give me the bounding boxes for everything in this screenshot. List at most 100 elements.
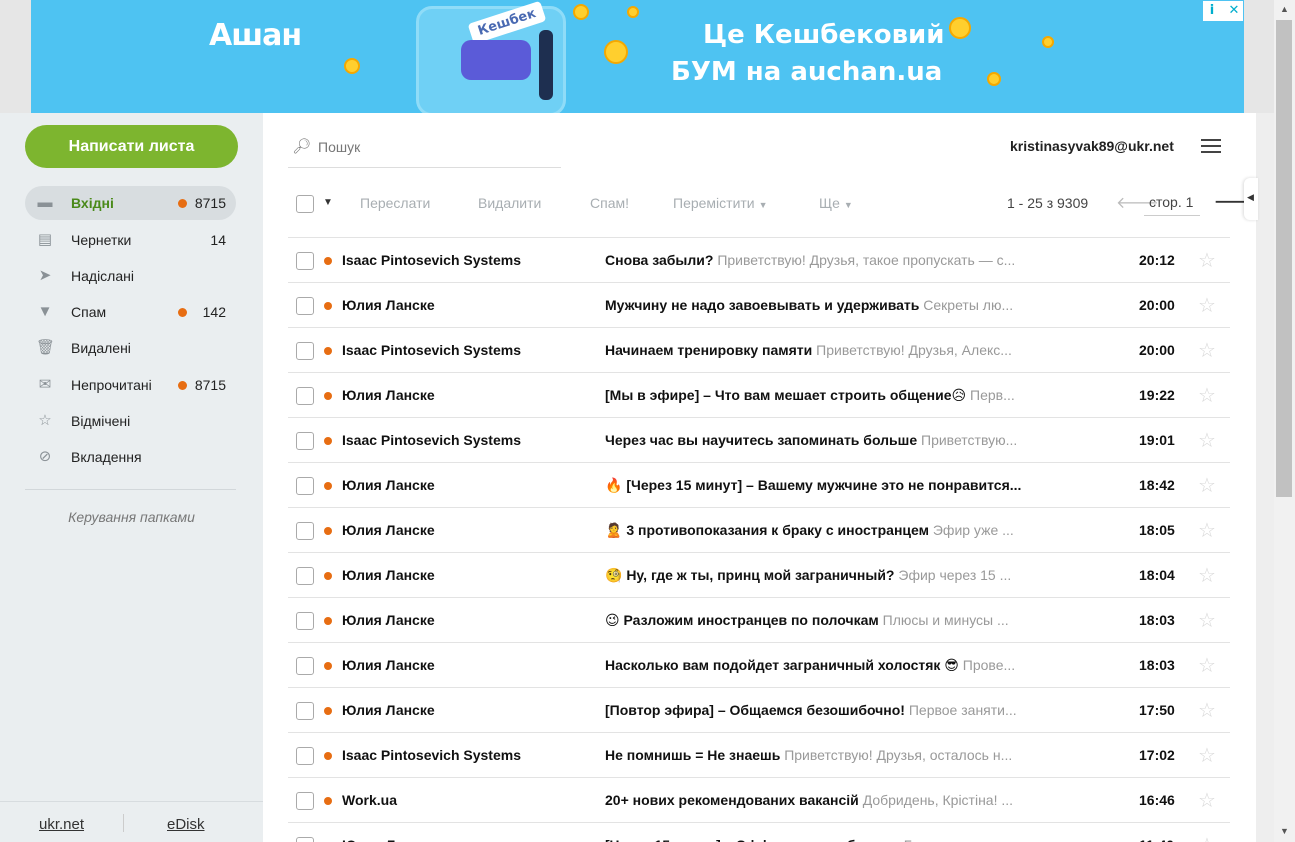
star-icon[interactable]: ☆ [1198, 743, 1216, 768]
message-row[interactable]: Юлия Ланске [Повтор эфира] – Общаемся без… [288, 688, 1230, 733]
message-subject-line: [Мы в эфире] – Что вам мешает строить об… [605, 387, 1070, 404]
edisk-link[interactable]: eDisk [167, 816, 205, 833]
star-icon[interactable]: ☆ [1198, 428, 1216, 453]
message-row[interactable]: Юлия Ланске [Мы в эфире] – Что вам мешает… [288, 373, 1230, 418]
message-checkbox[interactable] [296, 702, 314, 720]
message-checkbox[interactable] [296, 432, 314, 450]
page-number-field[interactable]: стор. 1 [1144, 188, 1200, 216]
user-email[interactable]: kristinasyvak89@ukr.net [1010, 138, 1174, 154]
sidebar: Написати листа ▬ Вхідні 8715 ▤ Чернетки … [0, 113, 263, 842]
message-sender: Юлия Ланске [342, 837, 435, 842]
star-icon[interactable]: ☆ [1198, 518, 1216, 543]
unread-dot [324, 347, 332, 355]
message-checkbox[interactable] [296, 792, 314, 810]
message-checkbox[interactable] [296, 747, 314, 765]
ad-person-illustration [539, 30, 553, 100]
message-row[interactable]: Work.ua 20+ нових рекомендованих вакансій… [288, 778, 1230, 823]
message-checkbox[interactable] [296, 522, 314, 540]
select-dropdown-icon[interactable]: ▼ [323, 197, 333, 208]
ad-slogan-line1: Це Кешбековий [703, 20, 945, 50]
message-time: 16:46 [1139, 792, 1175, 808]
more-button[interactable]: Ще ▼ [819, 195, 853, 211]
message-subject: Начинаем тренировку памяти [605, 342, 813, 358]
message-checkbox[interactable] [296, 387, 314, 405]
star-icon[interactable]: ☆ [1198, 563, 1216, 588]
hamburger-menu-icon[interactable] [1201, 139, 1221, 155]
message-checkbox[interactable] [296, 837, 314, 842]
move-button[interactable]: Перемістити ▼ [673, 195, 768, 211]
folder-count: 8715 [194, 377, 226, 393]
message-checkbox[interactable] [296, 567, 314, 585]
unread-dot [178, 199, 187, 208]
forward-button[interactable]: Переслати [360, 195, 430, 211]
collapse-panel-button[interactable]: ◀ [1244, 178, 1258, 220]
scroll-down-icon[interactable]: ▼ [1280, 826, 1289, 836]
scroll-up-icon[interactable]: ▲ [1280, 4, 1289, 14]
star-icon[interactable]: ☆ [1198, 383, 1216, 408]
message-row[interactable]: Юлия Ланске 😉 Разложим иностранцев по пол… [288, 598, 1230, 643]
star-icon[interactable]: ☆ [1198, 698, 1216, 723]
search-icon: 🔎︎ [292, 138, 312, 155]
message-row[interactable]: Isaac Pintosevich Systems Не помнишь = Не… [288, 733, 1230, 778]
delete-button[interactable]: Видалити [478, 195, 541, 211]
star-icon[interactable]: ☆ [1198, 338, 1216, 363]
message-subject-line: 🔥 [Через 15 минут] – Вашему мужчине это … [605, 477, 1070, 494]
sidebar-item-inbox[interactable]: ▬ Вхідні 8715 [25, 186, 236, 220]
message-sender: Work.ua [342, 792, 397, 808]
message-checkbox[interactable] [296, 477, 314, 495]
sidebar-item-starred[interactable]: ☆ Відмічені [25, 404, 236, 438]
select-all-checkbox[interactable] [296, 195, 314, 213]
sidebar-item-attachments[interactable]: ⊘ Вкладення [25, 440, 236, 474]
message-row[interactable]: Юлия Ланске Мужчину не надо завоевывать и… [288, 283, 1230, 328]
message-time: 17:02 [1139, 747, 1175, 763]
star-icon[interactable]: ☆ [1198, 293, 1216, 318]
message-subject: [Через 15 минут] – Эффективное общение [605, 837, 900, 842]
message-row[interactable]: Isaac Pintosevich Systems Снова забыли? П… [288, 238, 1230, 283]
compose-button[interactable]: Написати листа [25, 125, 238, 168]
message-checkbox[interactable] [296, 657, 314, 675]
unread-dot [324, 302, 332, 310]
sidebar-item-unread[interactable]: ✉ Непрочитані 8715 [25, 368, 236, 402]
unread-dot [324, 662, 332, 670]
message-row[interactable]: Isaac Pintosevich Systems Начинаем тренир… [288, 328, 1230, 373]
message-checkbox[interactable] [296, 252, 314, 270]
scrollbar[interactable]: ▲ ▼ [1274, 0, 1295, 842]
message-row[interactable]: Юлия Ланске 🔥 [Через 15 минут] – Вашему м… [288, 463, 1230, 508]
search-input[interactable] [318, 136, 548, 158]
star-icon[interactable]: ☆ [1198, 608, 1216, 633]
star-icon[interactable]: ☆ [1198, 833, 1216, 842]
message-subject: 🔥 [Через 15 минут] – Вашему мужчине это … [605, 477, 1022, 493]
ad-close-icon[interactable]: ✕ [1225, 2, 1243, 20]
sidebar-item-spam[interactable]: ▼ Спам 142 [25, 295, 236, 329]
message-time: 18:42 [1139, 477, 1175, 493]
message-row[interactable]: Юлия Ланске Насколько вам подойдет загран… [288, 643, 1230, 688]
unread-dot [324, 707, 332, 715]
ad-info-icon[interactable]: i [1203, 2, 1221, 20]
message-sender: Юлия Ланске [342, 387, 435, 403]
advertisement-banner[interactable]: Ашан Кешбек Це Кешбековий БУМ на auchan.… [31, 0, 1244, 113]
message-checkbox[interactable] [296, 297, 314, 315]
message-subject-line: 🙎 3 противопоказания к браку с иностранц… [605, 522, 1070, 539]
message-row[interactable]: Юлия Ланске 🧐 Ну, где ж ты, принц мой заг… [288, 553, 1230, 598]
message-checkbox[interactable] [296, 342, 314, 360]
ukr-net-link[interactable]: ukr.net [39, 816, 84, 833]
star-icon[interactable]: ☆ [1198, 653, 1216, 678]
message-row[interactable]: Isaac Pintosevich Systems Через час вы на… [288, 418, 1230, 463]
sidebar-item-sent[interactable]: ➤ Надіслані [25, 259, 236, 293]
star-icon[interactable]: ☆ [1198, 473, 1216, 498]
message-subject-line: Насколько вам подойдет заграничный холос… [605, 657, 1070, 674]
message-row[interactable]: Юлия Ланске 🙎 3 противопоказания к браку … [288, 508, 1230, 553]
message-row[interactable]: Юлия Ланске [Через 15 минут] – Эффективно… [288, 823, 1230, 842]
manage-folders-link[interactable]: Керування папками [0, 509, 263, 525]
ad-hand-illustration [461, 40, 531, 80]
sidebar-item-drafts[interactable]: ▤ Чернетки 14 [25, 223, 236, 257]
star-icon[interactable]: ☆ [1198, 248, 1216, 273]
spam-button[interactable]: Спам! [590, 195, 629, 211]
message-checkbox[interactable] [296, 612, 314, 630]
sidebar-footer: ukr.net eDisk [0, 801, 263, 842]
sidebar-item-trash[interactable]: 🗑 Видалені [25, 331, 236, 365]
star-icon[interactable]: ☆ [1198, 788, 1216, 813]
message-preview: Перв... [970, 387, 1015, 403]
unread-dot [324, 527, 332, 535]
scrollbar-thumb[interactable] [1276, 20, 1292, 497]
